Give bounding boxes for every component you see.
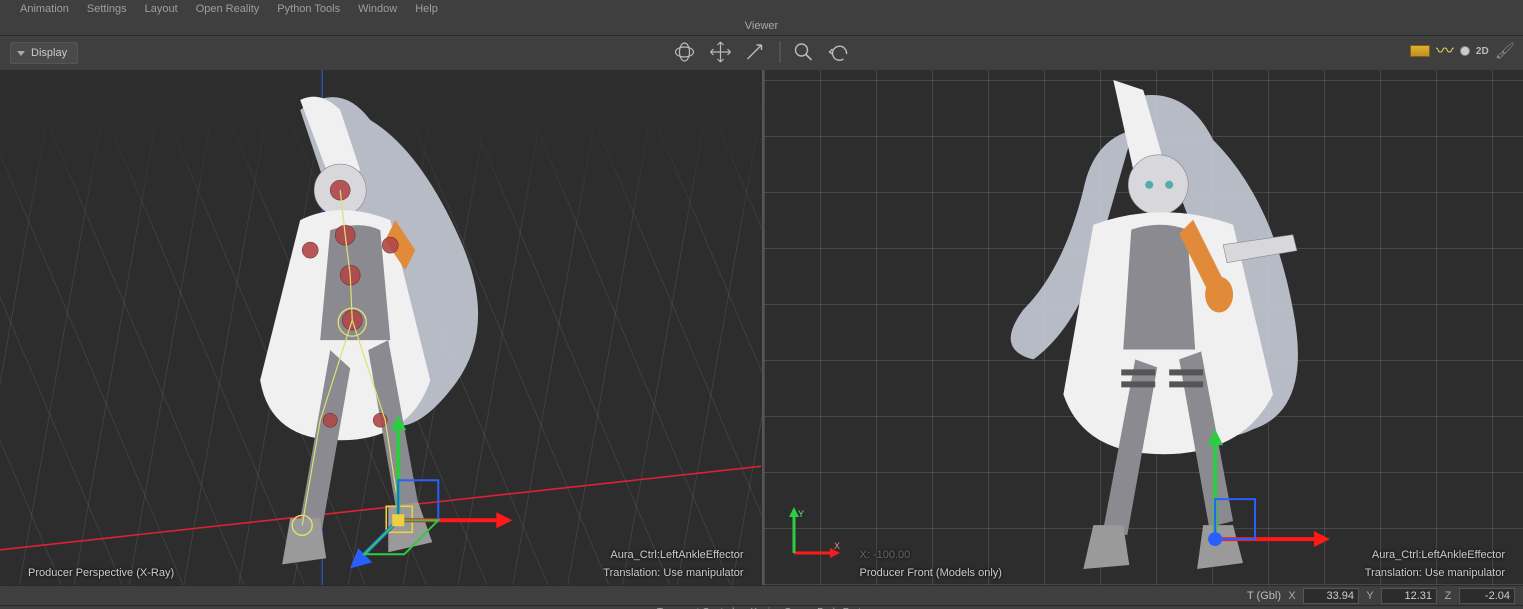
menu-settings[interactable]: Settings — [87, 3, 127, 15]
display-mode-dropdown[interactable]: Display — [10, 42, 78, 64]
coord-x-input[interactable] — [1303, 588, 1359, 604]
sphere-shading-icon[interactable] — [1460, 46, 1470, 56]
axis-widget-icon: X Y — [786, 505, 842, 561]
view-2d-toggle[interactable]: 2D — [1476, 46, 1489, 57]
translate-manipulator[interactable] — [350, 415, 512, 568]
transform-status-bar: T (Gbl) X Y Z — [0, 585, 1523, 605]
manip-hint-right: Translation: Use manipulator — [1365, 567, 1505, 579]
viewport-right[interactable]: X Y X: -100.00 Producer Front (Models on… — [762, 70, 1523, 585]
ghost-coord-right: X: -100.00 — [860, 549, 911, 561]
viewport-splitter[interactable]: Producer Perspective (X-Ray) Aura_Ctrl:L… — [0, 70, 1523, 585]
coord-y-input[interactable] — [1381, 588, 1437, 604]
character-left[interactable] — [0, 70, 761, 585]
display-option-icons: 〰 2D 🖌 — [1410, 41, 1515, 61]
ruler-icon[interactable] — [1410, 45, 1430, 57]
pan-tool-icon[interactable] — [707, 39, 733, 65]
coord-x-label: X — [1285, 590, 1299, 602]
manip-hint-left: Translation: Use manipulator — [603, 567, 743, 579]
camera-label-left: Producer Perspective (X-Ray) — [28, 567, 174, 579]
curve-icon[interactable]: 〰 — [1436, 44, 1454, 58]
camera-label-right: Producer Front (Models only) — [860, 567, 1002, 579]
menu-animation[interactable]: Animation — [20, 3, 69, 15]
transport-controls-bar[interactable]: Transport Controls – Keying Group: Body … — [0, 605, 1523, 609]
menu-help[interactable]: Help — [415, 3, 438, 15]
coord-z-label: Z — [1441, 590, 1455, 602]
character-right[interactable] — [764, 70, 1523, 584]
brush-icon[interactable]: 🖌 — [1495, 41, 1515, 61]
menu-layout[interactable]: Layout — [145, 3, 178, 15]
svg-text:X: X — [834, 541, 840, 551]
display-mode-label: Display — [31, 47, 67, 59]
coord-y-label: Y — [1363, 590, 1377, 602]
chevron-down-icon — [17, 51, 25, 56]
menu-open-reality[interactable]: Open Reality — [196, 3, 260, 15]
viewer-title: Viewer — [0, 18, 1523, 36]
svg-text:Y: Y — [798, 509, 804, 519]
viewport-left[interactable]: Producer Perspective (X-Ray) Aura_Ctrl:L… — [0, 70, 762, 585]
zoom-tool-icon[interactable] — [790, 39, 816, 65]
transform-mode-label[interactable]: T (Gbl) — [1247, 590, 1281, 602]
orbit-tool-icon[interactable] — [671, 39, 697, 65]
toolbar-separator — [779, 41, 780, 63]
manipulation-tools — [671, 39, 852, 65]
main-menu-bar: Animation Settings Layout Open Reality P… — [0, 0, 1523, 18]
viewer-toolbar: Display 〰 2D 🖌 — [0, 36, 1523, 70]
menu-python-tools[interactable]: Python Tools — [277, 3, 340, 15]
undo-view-tool-icon[interactable] — [826, 39, 852, 65]
dolly-tool-icon[interactable] — [743, 39, 769, 65]
selected-object-left: Aura_Ctrl:LeftAnkleEffector — [610, 549, 743, 561]
coord-z-input[interactable] — [1459, 588, 1515, 604]
menu-window[interactable]: Window — [358, 3, 397, 15]
selected-object-right: Aura_Ctrl:LeftAnkleEffector — [1372, 549, 1505, 561]
